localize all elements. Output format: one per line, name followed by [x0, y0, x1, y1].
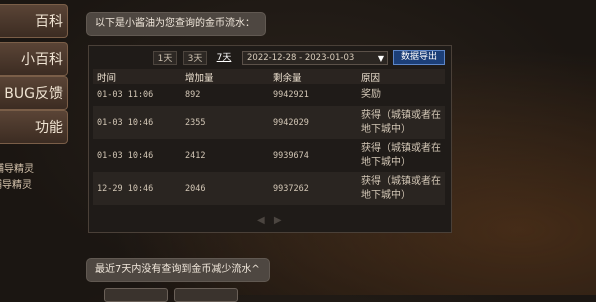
sidebar-item-baike[interactable]: 百科 [0, 4, 68, 38]
table-row: 01-03 10:46 2412 9939674 获得（城镇或者在地下城中） [93, 139, 445, 172]
cell-time: 01-03 10:46 [93, 106, 181, 139]
cell-gain: 2046 [181, 172, 269, 205]
cell-gain: 2412 [181, 139, 269, 172]
next-page-icon[interactable]: ▶ [274, 215, 282, 226]
column-header-time: 时间 [93, 69, 181, 84]
coin-log-panel: 1天 3天 7天 2022-12-28 - 2023-01-03 ▼ 数据导出 … [88, 45, 452, 233]
table-header-row: 时间 增加量 剩余量 原因 [93, 69, 445, 84]
cell-gain: 2355 [181, 106, 269, 139]
sidebar-item-bug-feedback[interactable]: BUG反馈 [0, 76, 68, 110]
coin-log-table: 时间 增加量 剩余量 原因 01-03 11:06 892 9942921 奖励… [93, 69, 445, 205]
date-range-value: 2022-12-28 - 2023-01-03 [247, 53, 355, 63]
sidebar: 百科 小百科 BUG反馈 功能 辅导精灵 辅导精灵 [0, 0, 72, 295]
sidebar-link-guide-2[interactable]: 辅导精灵 [0, 176, 32, 191]
panel-toolbar: 1天 3天 7天 2022-12-28 - 2023-01-03 ▼ 数据导出 [89, 46, 451, 68]
cell-time: 01-03 11:06 [93, 84, 181, 106]
chat-intro-text: 以下是小酱油为您查询的金币流水： [95, 18, 255, 29]
cell-gain: 892 [181, 84, 269, 106]
date-range-select[interactable]: 2022-12-28 - 2023-01-03 ▼ [242, 51, 388, 65]
chat-bubble-result: 最近7天内没有查询到金币减少流水^ [86, 258, 270, 282]
cell-remain: 9937262 [269, 172, 357, 205]
prev-page-icon[interactable]: ◀ [257, 215, 265, 226]
cell-reason: 获得（城镇或者在地下城中） [357, 172, 445, 205]
cell-time: 12-29 10:46 [93, 172, 181, 205]
cell-remain: 9942921 [269, 84, 357, 106]
column-header-remain: 剩余量 [269, 69, 357, 84]
column-header-gain: 增加量 [181, 69, 269, 84]
cell-reason: 奖励 [357, 84, 445, 106]
range-7day-button[interactable]: 7天 [213, 51, 235, 65]
table-row: 12-29 10:46 2046 9937262 获得（城镇或者在地下城中） [93, 172, 445, 205]
cell-remain: 9942029 [269, 106, 357, 139]
cell-reason: 获得（城镇或者在地下城中） [357, 106, 445, 139]
pager: ◀ ▶ [257, 215, 282, 226]
sidebar-link-guide-1[interactable]: 辅导精灵 [0, 160, 34, 175]
cell-time: 01-03 10:46 [93, 139, 181, 172]
quick-reply-button-2[interactable] [174, 288, 238, 302]
column-header-reason: 原因 [357, 69, 445, 84]
chat-bubble-intro: 以下是小酱油为您查询的金币流水： [86, 12, 266, 36]
quick-reply-button-1[interactable] [104, 288, 168, 302]
sidebar-item-features[interactable]: 功能 [0, 110, 68, 144]
range-3day-button[interactable]: 3天 [183, 51, 207, 65]
chevron-down-icon: ▼ [377, 54, 384, 63]
cell-reason: 获得（城镇或者在地下城中） [357, 139, 445, 172]
table-row: 01-03 10:46 2355 9942029 获得（城镇或者在地下城中） [93, 106, 445, 139]
range-1day-button[interactable]: 1天 [153, 51, 177, 65]
table-row: 01-03 11:06 892 9942921 奖励 [93, 84, 445, 106]
chat-result-text: 最近7天内没有查询到金币减少流水^ [95, 264, 260, 275]
export-data-button[interactable]: 数据导出 [393, 50, 445, 65]
cell-remain: 9939674 [269, 139, 357, 172]
sidebar-item-xiaobaike[interactable]: 小百科 [0, 42, 68, 76]
